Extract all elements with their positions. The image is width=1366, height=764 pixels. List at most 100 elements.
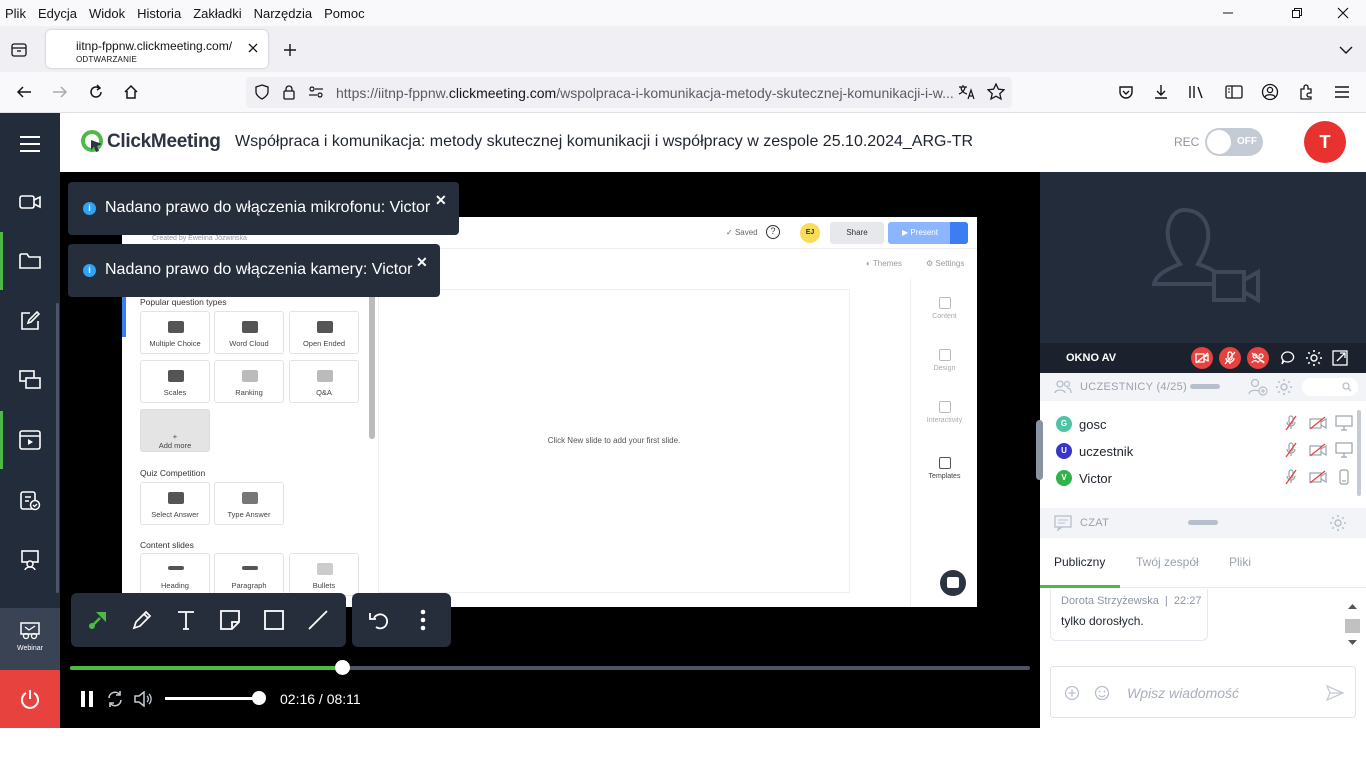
participant-camera-off-icon[interactable]: [1308, 441, 1328, 459]
participant-camera-off-icon[interactable]: [1308, 468, 1328, 486]
tab-twoj-zespol[interactable]: Twój zespół: [1136, 555, 1199, 569]
participants-search-input[interactable]: [1302, 378, 1358, 396]
menu-historia[interactable]: Historia: [131, 6, 187, 21]
forward-button[interactable]: [50, 82, 70, 102]
library-icon: [1189, 86, 1203, 99]
sidebar-item-screenshare[interactable]: [0, 351, 60, 409]
send-button[interactable]: [1325, 684, 1345, 702]
av-undock-button[interactable]: [1329, 347, 1351, 369]
slide-chat-bubble: [940, 570, 966, 596]
participant-mic-off-icon[interactable]: [1282, 414, 1300, 432]
pen-button[interactable]: [127, 605, 157, 635]
back-button[interactable]: [14, 82, 34, 102]
undo-button[interactable]: [364, 605, 394, 635]
tab-close-button[interactable]: [247, 42, 259, 54]
toast-close-button[interactable]: ✕: [435, 192, 447, 209]
sidebar-scrollbar[interactable]: [56, 303, 59, 593]
text-tool-button[interactable]: [171, 605, 201, 635]
chat-settings-button[interactable]: [1328, 513, 1348, 533]
more-options-button[interactable]: [408, 605, 438, 635]
leave-button[interactable]: [0, 670, 60, 728]
tab-publiczny[interactable]: Publiczny: [1054, 555, 1105, 569]
account-button[interactable]: [1260, 82, 1280, 102]
participant-camera-off-icon[interactable]: [1308, 414, 1328, 432]
tab-pliki[interactable]: Pliki: [1229, 555, 1251, 569]
menu-pomoc[interactable]: Pomoc: [318, 6, 370, 21]
tab-list-button[interactable]: [8, 40, 30, 60]
reload-button[interactable]: [86, 82, 106, 102]
video-progress-slider[interactable]: [70, 660, 1030, 675]
downloads-button[interactable]: [1151, 82, 1171, 102]
menu-narzedzia[interactable]: Narzędzia: [248, 6, 319, 21]
participant-row[interactable]: G gosc: [1040, 410, 1366, 437]
sidebar-item-survey[interactable]: [0, 471, 60, 529]
library-button[interactable]: [1187, 82, 1207, 102]
chat-header[interactable]: CZAT: [1040, 508, 1366, 538]
home-button[interactable]: [121, 82, 141, 102]
menu-widok[interactable]: Widok: [83, 6, 131, 21]
participant-row[interactable]: U uczestnik: [1040, 437, 1366, 464]
minimize-button[interactable]: [1205, 0, 1251, 26]
pause-button[interactable]: [78, 689, 96, 709]
participants-scrollbar[interactable]: [1357, 410, 1361, 496]
sidebar-menu-button[interactable]: [0, 115, 60, 173]
chat-input[interactable]: Wpisz wiadomość: [1050, 666, 1356, 718]
close-window-button[interactable]: [1320, 0, 1366, 26]
sidebar-item-webinar[interactable]: Webinar: [0, 608, 60, 670]
line-tool-button[interactable]: [303, 605, 333, 635]
sidebar-item-camera[interactable]: [0, 173, 60, 231]
microphone-off-button[interactable]: [1219, 347, 1241, 369]
panel-splitter-handle[interactable]: [1036, 420, 1043, 480]
camera-off-button[interactable]: [1191, 347, 1213, 369]
translate-button[interactable]: [958, 83, 976, 101]
tracking-shield-icon[interactable]: [254, 84, 270, 100]
participant-row[interactable]: V Victor: [1040, 464, 1366, 491]
attach-button[interactable]: [1063, 684, 1081, 702]
sidebar-item-video[interactable]: [0, 411, 60, 469]
lock-icon[interactable]: [282, 84, 296, 100]
app-menu-button[interactable]: [1332, 82, 1352, 102]
extensions-button[interactable]: [1296, 82, 1316, 102]
new-tab-button[interactable]: [280, 40, 300, 60]
sidebar-item-files[interactable]: [0, 232, 60, 290]
url-bar[interactable]: https://iitnp-fppnw.clickmeeting.com/wsp…: [246, 77, 1012, 108]
user-avatar[interactable]: T: [1304, 121, 1346, 163]
volume-thumb[interactable]: [252, 691, 266, 705]
toast-close-button[interactable]: ✕: [416, 254, 428, 271]
participant-mic-off-icon[interactable]: [1282, 468, 1300, 486]
pocket-button[interactable]: [1116, 82, 1136, 102]
menu-zakladki[interactable]: Zakładki: [187, 6, 247, 21]
menu-plik[interactable]: Plik: [0, 6, 32, 21]
sidebar-toggle-button[interactable]: [1224, 82, 1244, 102]
video-progress-thumb[interactable]: [335, 660, 350, 675]
volume-slider[interactable]: [165, 691, 266, 705]
participants-settings-button[interactable]: [1274, 378, 1294, 396]
chat-resize-handle[interactable]: [1188, 520, 1218, 525]
add-participant-button[interactable]: [1248, 378, 1268, 396]
sidebar-item-presenter[interactable]: [0, 531, 60, 589]
laser-pointer-button[interactable]: [83, 605, 113, 635]
sticky-note-button[interactable]: [215, 605, 245, 635]
participants-resize-handle[interactable]: [1190, 384, 1220, 389]
volume-button[interactable]: [133, 689, 153, 709]
bookmark-star-button[interactable]: [987, 83, 1005, 101]
chat-scrollbar[interactable]: [1344, 597, 1361, 650]
participants-header[interactable]: UCZESTNICY (4/25): [1040, 373, 1366, 401]
av-settings-button[interactable]: [1303, 347, 1325, 369]
rec-toggle[interactable]: OFF: [1205, 128, 1263, 156]
browser-tab[interactable]: iitnp-fppnw.clickmeeting.com/ ODTWARZANI…: [46, 30, 268, 68]
screen-share-icon: [19, 370, 41, 389]
loop-button[interactable]: [105, 689, 125, 709]
permissions-icon[interactable]: [308, 85, 324, 99]
restore-button[interactable]: [1274, 0, 1320, 26]
tab-overflow-button[interactable]: [1336, 40, 1356, 60]
slide-card: Q&A: [289, 360, 359, 403]
emoji-button[interactable]: [1093, 684, 1111, 702]
rectangle-tool-button[interactable]: [259, 605, 289, 635]
sidebar-item-whiteboard[interactable]: [0, 292, 60, 350]
av-chat-button[interactable]: [1277, 347, 1299, 369]
menu-edycja[interactable]: Edycja: [32, 6, 83, 21]
pen-glyph: [242, 492, 258, 504]
participant-mic-off-icon[interactable]: [1282, 441, 1300, 459]
screen-share-off-button[interactable]: [1247, 347, 1269, 369]
